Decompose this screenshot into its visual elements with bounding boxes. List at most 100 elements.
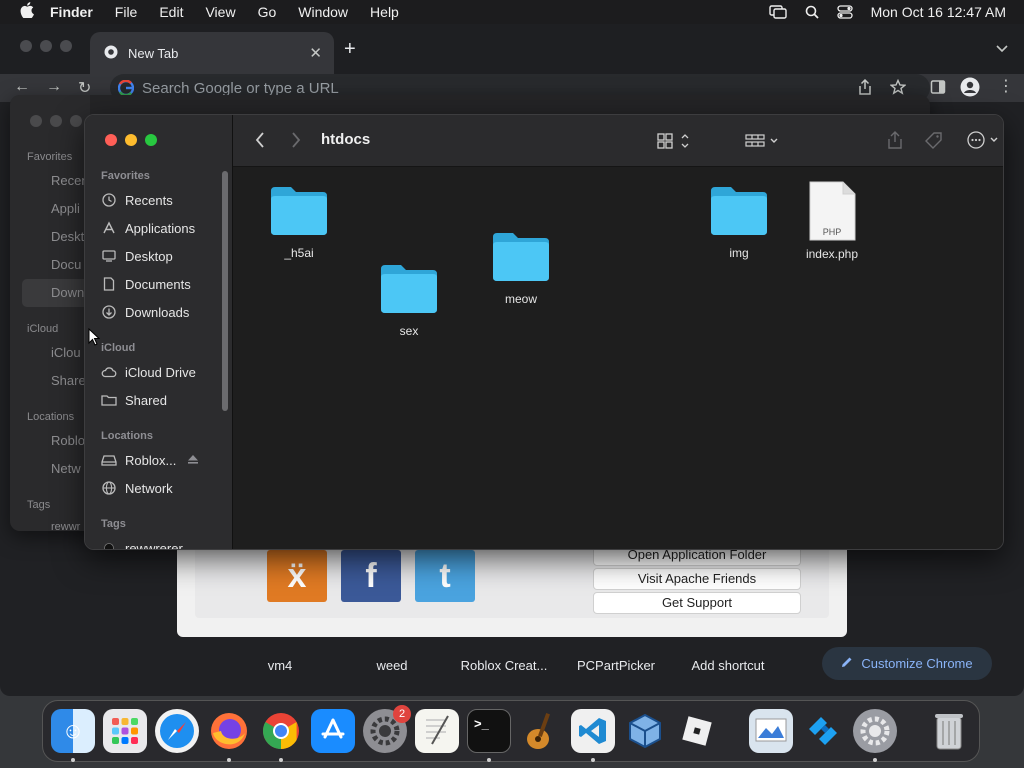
window-zoom-button[interactable] [145, 134, 157, 146]
dock-textedit-icon[interactable] [415, 709, 459, 753]
facebook-logo-icon[interactable]: f [341, 550, 401, 602]
sidebar-item-documents[interactable]: Documents [101, 273, 191, 295]
sidebar-item-icloud-drive[interactable]: iCloud Drive [101, 361, 196, 383]
dock-roblox-studio-icon[interactable] [801, 709, 845, 753]
dock-firefox-icon[interactable] [207, 709, 251, 753]
eject-icon[interactable] [187, 453, 199, 468]
tag-icon[interactable] [925, 132, 943, 155]
finder-content-area[interactable]: _h5ai sex meow img PHP index.php [233, 167, 1003, 549]
profile-avatar-icon[interactable] [960, 77, 980, 102]
twitter-logo-icon[interactable]: t [415, 550, 475, 602]
menu-help[interactable]: Help [370, 4, 399, 20]
new-tab-button[interactable]: + [344, 38, 356, 61]
sidebar-item-tag[interactable]: rewwrerer [101, 537, 183, 549]
window-close-button[interactable] [105, 134, 117, 146]
shortcut-roblox-creator[interactable]: Roblox Creat... [449, 658, 559, 673]
dock-safari-icon[interactable] [155, 709, 199, 753]
menu-view[interactable]: View [205, 4, 235, 20]
folder-item-sex[interactable]: sex [363, 261, 455, 338]
back-arrow-icon[interactable]: ← [14, 78, 30, 96]
customize-chrome-button[interactable]: Customize Chrome [822, 647, 992, 680]
dock-roblox-icon[interactable] [675, 709, 719, 753]
icon-view-icon[interactable] [657, 132, 691, 155]
get-support-button[interactable]: Get Support [593, 592, 801, 614]
sidebar-scrollbar[interactable] [222, 171, 228, 411]
menu-edit[interactable]: Edit [159, 4, 183, 20]
menu-go[interactable]: Go [258, 4, 277, 20]
shortcut-add[interactable]: Add shortcut [673, 658, 783, 673]
file-item-index-php[interactable]: PHP index.php [786, 181, 878, 261]
folder-icon [493, 233, 549, 281]
menu-window[interactable]: Window [298, 4, 348, 20]
chrome-zoom-button[interactable] [60, 40, 72, 52]
ghost-item[interactable]: iClou [51, 345, 81, 360]
group-by-icon[interactable] [745, 133, 781, 154]
ghost-item[interactable]: Down [51, 285, 84, 300]
spotlight-search-icon[interactable] [805, 5, 819, 19]
folder-item-img[interactable]: img [693, 183, 785, 260]
sidebar-item-network[interactable]: Network [101, 477, 173, 499]
sidebar-item-applications[interactable]: Applications [101, 217, 195, 239]
sidebar-item-shared[interactable]: Shared [101, 389, 167, 411]
ghost-item[interactable]: Roblo [51, 433, 85, 448]
sidebar-item-downloads[interactable]: Downloads [101, 301, 189, 323]
control-center-icon[interactable] [836, 5, 853, 19]
forward-chevron-icon[interactable] [291, 132, 301, 153]
dock-chrome-icon[interactable] [259, 709, 303, 753]
chrome-minimize-button[interactable] [40, 40, 52, 52]
sidebar-header-locations: Locations [101, 430, 153, 442]
more-actions-icon[interactable] [967, 131, 1003, 154]
chrome-close-button[interactable] [20, 40, 32, 52]
dock-trash-icon[interactable] [927, 709, 971, 753]
dock-garageband-icon[interactable] [519, 709, 563, 753]
screen-mirroring-icon[interactable] [768, 5, 787, 19]
dock-app-store-icon[interactable] [311, 709, 355, 753]
cloud-icon [101, 366, 117, 378]
ghost-item[interactable]: Appli [51, 201, 80, 216]
running-indicator [227, 758, 231, 762]
folder-item-meow[interactable]: meow [475, 229, 567, 306]
ghost-item[interactable]: Netw [51, 461, 81, 476]
sidebar-item-roblox-volume[interactable]: Roblox... [101, 449, 221, 471]
dock-preview-icon[interactable] [749, 709, 793, 753]
shortcut-weed[interactable]: weed [337, 658, 447, 673]
forward-arrow-icon[interactable]: → [46, 78, 62, 96]
ghost-minimize-button[interactable] [50, 115, 62, 127]
sidebar-item-label: Applications [125, 220, 196, 236]
ghost-zoom-button[interactable] [70, 115, 82, 127]
ghost-item[interactable]: Recen [51, 173, 89, 188]
dock-finder-icon[interactable]: ☺ [51, 709, 95, 753]
tab-search-chevron-icon[interactable] [996, 40, 1008, 58]
share-icon[interactable] [887, 131, 903, 154]
sidebar-header-favorites: Favorites [101, 170, 150, 182]
ghost-item[interactable]: Share [51, 373, 86, 388]
apple-menu-icon[interactable] [18, 2, 36, 22]
xampp-logo-icon[interactable]: ẍ [267, 550, 327, 602]
dock-settings-icon[interactable] [853, 709, 897, 753]
ghost-item[interactable]: rewwr [51, 521, 80, 533]
dock-launchpad-icon[interactable] [103, 709, 147, 753]
dock-system-preferences-icon[interactable]: 2 [363, 705, 411, 753]
dock-virtualbox-icon[interactable] [623, 709, 667, 753]
visit-apache-friends-button[interactable]: Visit Apache Friends [593, 568, 801, 590]
shortcut-pcpartpicker[interactable]: PCPartPicker [561, 658, 671, 673]
menubar-clock[interactable]: Mon Oct 16 12:47 AM [871, 4, 1006, 20]
sidebar-item-recents[interactable]: Recents [101, 189, 173, 211]
ghost-close-button[interactable] [30, 115, 42, 127]
shortcut-vm4[interactable]: vm4 [225, 658, 335, 673]
tab-new-tab[interactable]: New Tab ✕ [90, 32, 334, 74]
folder-item-h5ai[interactable]: _h5ai [253, 183, 345, 260]
globe-icon [101, 481, 117, 495]
dock-terminal-icon[interactable]: >_ [467, 709, 511, 753]
ghost-item[interactable]: Deskt [51, 229, 84, 244]
side-panel-icon[interactable] [930, 79, 946, 100]
ghost-item[interactable]: Docu [51, 257, 81, 272]
sidebar-item-desktop[interactable]: Desktop [101, 245, 173, 267]
menu-app-name[interactable]: Finder [50, 4, 93, 20]
chrome-menu-icon[interactable]: ⋮ [998, 76, 1014, 96]
window-minimize-button[interactable] [125, 134, 137, 146]
tab-close-icon[interactable]: ✕ [309, 44, 322, 62]
back-chevron-icon[interactable] [255, 132, 265, 153]
menu-file[interactable]: File [115, 4, 138, 20]
dock-vscode-icon[interactable] [571, 709, 615, 753]
